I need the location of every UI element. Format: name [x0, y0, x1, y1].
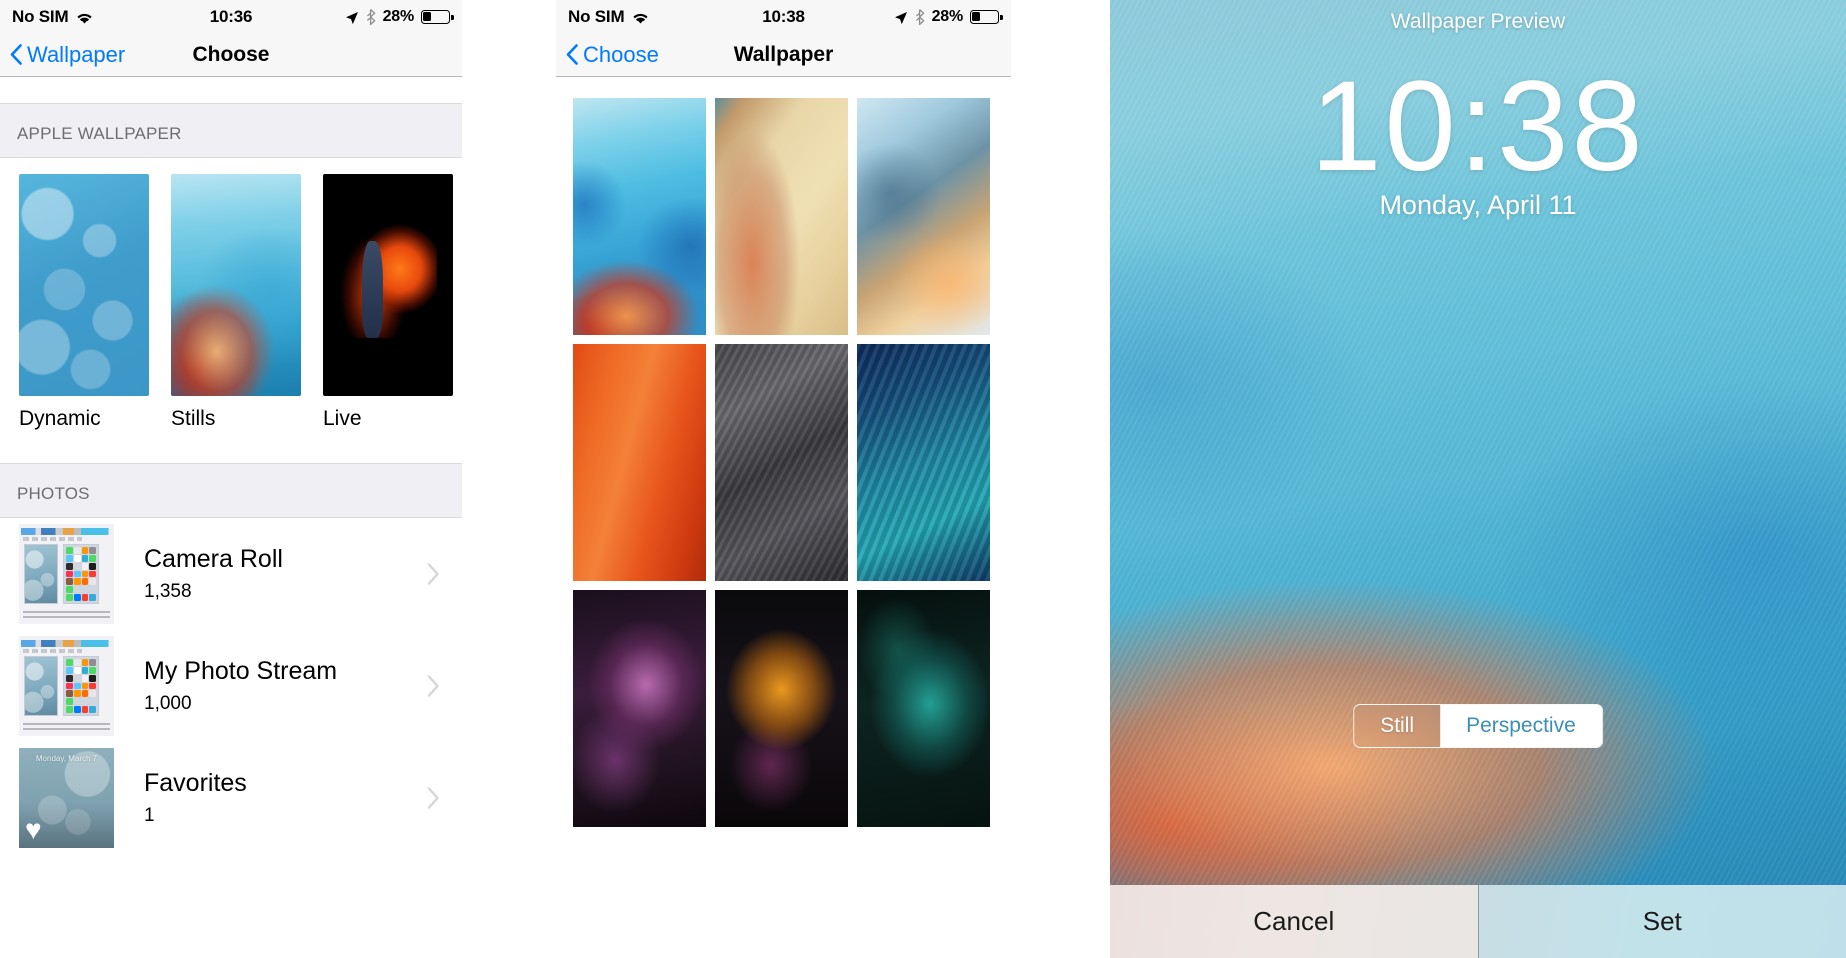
back-button[interactable]: Choose: [566, 42, 659, 68]
chevron-left-icon: [566, 44, 578, 65]
heart-icon: ♥: [25, 814, 42, 845]
location-arrow-icon: [894, 10, 908, 24]
section-header-apple-wallpaper: APPLE WALLPAPER: [0, 103, 462, 158]
cancel-button[interactable]: Cancel: [1110, 885, 1478, 958]
wallpaper-thumb-pale-wave-crest[interactable]: [857, 98, 990, 335]
battery-percent-label: 28%: [382, 7, 415, 25]
wallpaper-category-live[interactable]: Live: [323, 174, 453, 431]
phone-panel-choose: No SIM 10:36 28% Wallpaper Choose APPLE …: [0, 0, 462, 958]
battery-percent-label: 28%: [931, 7, 964, 25]
list-item-camera-roll[interactable]: Camera Roll 1,358: [0, 518, 462, 630]
chevron-left-icon: [10, 44, 22, 65]
list-item-favorites[interactable]: Monday, March 7 ♥ Favorites 1: [0, 742, 462, 854]
album-text: Camera Roll 1,358: [144, 545, 427, 604]
screenshot-stage: No SIM 10:36 28% Wallpaper Choose APPLE …: [0, 0, 1846, 958]
status-bar-right: 28%: [894, 7, 1003, 26]
list-item-my-photo-stream[interactable]: My Photo Stream 1,000: [0, 630, 462, 742]
photo-album-list: Camera Roll 1,358 My Photo Stream 1,000 …: [0, 518, 462, 854]
live-label: Live: [323, 407, 362, 430]
nav-bar: Wallpaper Choose: [0, 33, 462, 77]
battery-icon: [421, 9, 454, 24]
phone-panel-wallpaper-preview: Wallpaper Preview 10:38 Monday, April 11…: [1110, 0, 1846, 958]
set-button[interactable]: Set: [1477, 885, 1846, 958]
back-button[interactable]: Wallpaper: [10, 42, 125, 68]
battery-fill: [972, 11, 980, 22]
wallpaper-category-stills[interactable]: Stills: [171, 174, 301, 431]
section-spacer-2: [0, 441, 462, 463]
wallpaper-thumb-purple-flower[interactable]: [573, 590, 706, 827]
live-thumbnail[interactable]: [323, 174, 453, 396]
wallpaper-grid: [556, 77, 1011, 827]
album-count: 1: [144, 805, 155, 827]
bluetooth-icon: [366, 8, 376, 26]
chevron-right-icon: [427, 787, 440, 809]
wallpaper-preview: Wallpaper Preview 10:38 Monday, April 11…: [1110, 0, 1846, 958]
segment-still[interactable]: Still: [1354, 705, 1440, 747]
wallpaper-thumb-orange-blossom[interactable]: [715, 590, 848, 827]
preview-title: Wallpaper Preview: [1390, 10, 1566, 33]
chevron-right-icon: [427, 675, 440, 697]
stills-thumbnail[interactable]: [171, 174, 301, 396]
album-thumbnail: Monday, March 7 ♥: [19, 748, 114, 848]
album-thumbnail: [19, 636, 114, 736]
wallpaper-thumb-blue-feather[interactable]: [857, 344, 990, 581]
album-title: Favorites: [144, 768, 247, 797]
album-thumbnail: [19, 524, 114, 624]
wallpaper-category-dynamic[interactable]: Dynamic: [19, 174, 149, 431]
bluetooth-icon: [915, 8, 925, 26]
battery-fill: [423, 11, 431, 22]
album-text: Favorites 1: [144, 769, 427, 828]
album-text: My Photo Stream 1,000: [144, 657, 427, 716]
status-bar: No SIM 10:38 28%: [556, 0, 1011, 33]
wallpaper-thumb-red-feather[interactable]: [573, 344, 706, 581]
status-bar-left: No SIM: [568, 7, 650, 27]
wifi-icon: [631, 10, 650, 24]
section-header-photos: PHOTOS: [0, 463, 462, 518]
phone-panel-wallpaper-grid: No SIM 10:38 28% Choose Wallpaper: [556, 0, 1011, 958]
wallpaper-thumb-blue-water-ripple[interactable]: [573, 98, 706, 335]
wallpaper-thumb-sand-dune-beach[interactable]: [715, 98, 848, 335]
battery-icon: [970, 9, 1003, 24]
album-count: 1,358: [144, 581, 192, 603]
apple-wallpaper-row: Dynamic Stills Live: [0, 158, 462, 441]
preview-footer: Cancel Set: [1110, 885, 1846, 958]
dynamic-label: Dynamic: [19, 407, 101, 430]
stills-label: Stills: [171, 407, 216, 430]
status-bar-left: No SIM: [12, 7, 94, 27]
section-spacer: [0, 77, 462, 103]
wallpaper-thumb-teal-leaves[interactable]: [857, 590, 990, 827]
wifi-icon: [75, 10, 94, 24]
back-button-label: Wallpaper: [27, 41, 126, 67]
status-bar: No SIM 10:36 28%: [0, 0, 462, 33]
status-bar-right: 28%: [345, 7, 454, 26]
location-arrow-icon: [345, 10, 359, 24]
chevron-right-icon: [427, 563, 440, 585]
carrier-label: No SIM: [12, 6, 69, 26]
back-button-label: Choose: [583, 41, 659, 67]
album-title: Camera Roll: [144, 544, 283, 573]
segment-perspective[interactable]: Perspective: [1440, 705, 1602, 747]
favorites-thumb-date: Monday, March 7: [35, 754, 98, 763]
still-perspective-segmented-control[interactable]: Still Perspective: [1353, 704, 1603, 748]
album-count: 1,000: [144, 693, 192, 715]
lockscreen-date: Monday, April 11: [1379, 190, 1577, 220]
album-title: My Photo Stream: [144, 656, 338, 685]
lockscreen-clock: 10:38: [1310, 55, 1646, 198]
wallpaper-thumb-grey-feather[interactable]: [715, 344, 848, 581]
nav-bar: Choose Wallpaper: [556, 33, 1011, 77]
carrier-label: No SIM: [568, 6, 625, 26]
dynamic-thumbnail[interactable]: [19, 174, 149, 396]
